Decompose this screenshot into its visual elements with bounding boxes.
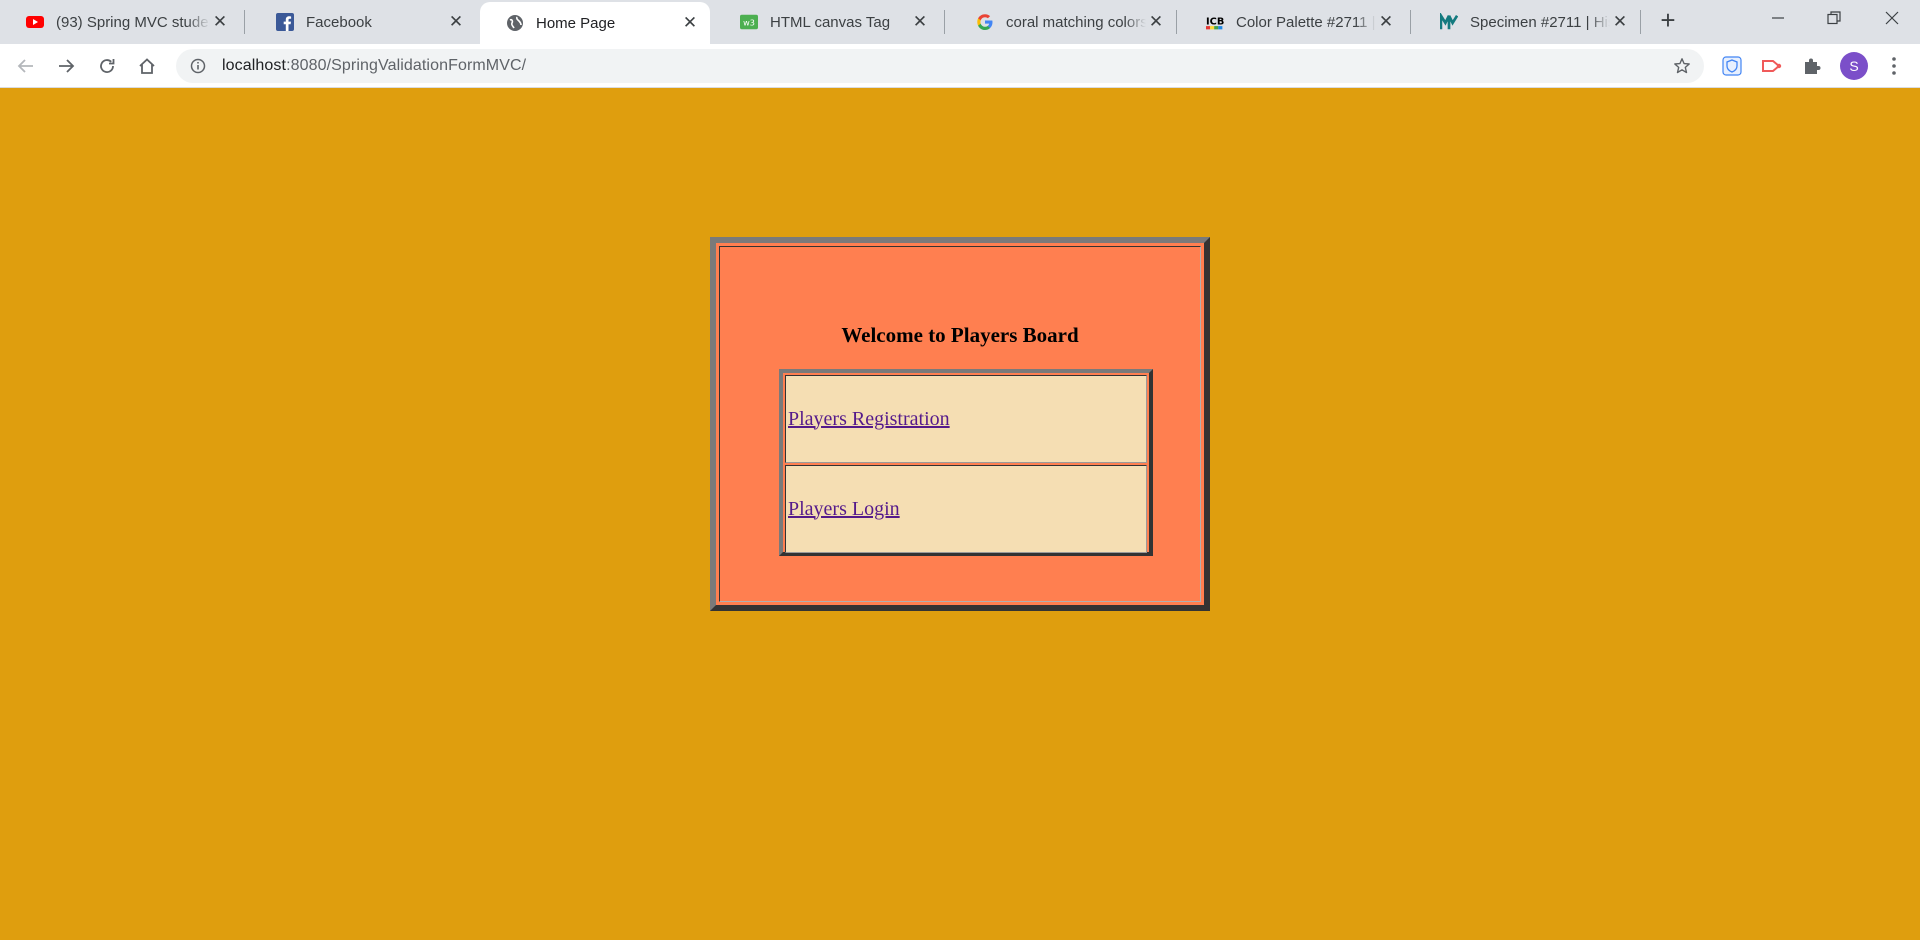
table-cell-registration: Players Registration xyxy=(785,375,1147,463)
tab-divider xyxy=(1410,10,1411,34)
extension-shield-icon[interactable] xyxy=(1720,54,1744,78)
minimize-button[interactable] xyxy=(1750,0,1806,36)
close-icon[interactable]: ✕ xyxy=(680,13,700,33)
tab-divider xyxy=(944,10,945,34)
plus-icon: + xyxy=(1660,4,1676,35)
google-icon xyxy=(976,13,994,31)
home-button[interactable] xyxy=(131,50,163,82)
reload-button[interactable] xyxy=(91,50,123,82)
youtube-icon xyxy=(26,13,44,31)
page-title: Welcome to Players Board xyxy=(841,323,1079,347)
new-tab-button[interactable]: + xyxy=(1654,4,1682,35)
tab-title: Color Palette #2711 | Color xyxy=(1236,13,1376,31)
bookmark-star-icon[interactable] xyxy=(1672,56,1692,76)
tab-specimen[interactable]: Specimen #2711 | Histo ✕ xyxy=(1414,0,1640,44)
tab-title: (93) Spring MVC student xyxy=(56,13,210,31)
tab-youtube[interactable]: (93) Spring MVC student ✕ xyxy=(0,0,240,44)
minimize-icon xyxy=(1772,17,1784,19)
arrow-left-icon xyxy=(17,59,33,73)
tab-html-canvas[interactable]: w3 HTML canvas Tag ✕ xyxy=(714,0,940,44)
players-registration-link[interactable]: Players Registration xyxy=(788,408,950,431)
tab-title: Facebook xyxy=(306,13,372,31)
tab-divider xyxy=(1176,10,1177,34)
url-host: localhost xyxy=(222,57,287,74)
specimen-icon xyxy=(1440,13,1458,31)
forward-button[interactable] xyxy=(50,50,82,82)
close-icon[interactable]: ✕ xyxy=(210,12,230,32)
svg-text:w3: w3 xyxy=(743,18,755,28)
tab-title: Specimen #2711 | Histo xyxy=(1470,13,1610,31)
reload-icon xyxy=(100,59,115,73)
close-icon[interactable]: ✕ xyxy=(1146,12,1166,32)
tab-facebook[interactable]: Facebook ✕ xyxy=(250,0,476,44)
w3schools-icon: w3 xyxy=(740,13,758,31)
profile-avatar[interactable]: S xyxy=(1840,52,1868,80)
extension-cast-icon[interactable] xyxy=(1760,54,1784,78)
address-bar[interactable]: localhost:8080/SpringValidationFormMVC/ xyxy=(176,49,1704,83)
restore-button[interactable] xyxy=(1806,0,1862,36)
close-icon[interactable]: ✕ xyxy=(446,12,466,32)
extensions-puzzle-icon[interactable] xyxy=(1800,54,1824,78)
close-window-button[interactable] xyxy=(1864,0,1920,36)
tab-divider xyxy=(1640,10,1641,34)
close-icon[interactable]: ✕ xyxy=(1610,12,1630,32)
players-board-panel: Welcome to Players Board Players Registr… xyxy=(710,237,1210,611)
close-icon xyxy=(1885,11,1899,25)
home-icon xyxy=(139,58,155,74)
svg-text:ICB: ICB xyxy=(1206,16,1224,27)
tab-home-page[interactable]: Home Page ✕ xyxy=(480,2,710,44)
browser-toolbar: localhost:8080/SpringValidationFormMVC/ … xyxy=(0,44,1920,88)
url-path: :8080/SpringValidationFormMVC/ xyxy=(286,57,527,74)
tab-divider xyxy=(244,10,245,34)
url-text: localhost:8080/SpringValidationFormMVC/ xyxy=(222,57,526,75)
tab-color-palette[interactable]: ICB Color Palette #2711 | Color ✕ xyxy=(1180,0,1406,44)
close-icon[interactable]: ✕ xyxy=(910,12,930,32)
avatar-initial: S xyxy=(1849,58,1859,74)
back-button[interactable] xyxy=(10,50,42,82)
players-login-link[interactable]: Players Login xyxy=(788,498,900,521)
tab-google-search[interactable]: coral matching colors - Google ✕ xyxy=(950,0,1176,44)
tab-title: coral matching colors - Google xyxy=(1006,13,1146,31)
info-icon[interactable] xyxy=(188,56,208,76)
globe-icon xyxy=(506,14,524,32)
tab-title: HTML canvas Tag xyxy=(770,13,891,31)
browser-tabstrip: (93) Spring MVC student ✕ Facebook ✕ Hom… xyxy=(0,0,1920,44)
restore-icon xyxy=(1827,11,1841,25)
links-table: Players Registration Players Login xyxy=(779,369,1153,556)
close-icon[interactable]: ✕ xyxy=(1376,12,1396,32)
arrow-right-icon xyxy=(59,59,75,73)
facebook-icon xyxy=(276,13,294,31)
tab-title: Home Page xyxy=(536,14,616,32)
icb-icon: ICB xyxy=(1206,13,1224,31)
menu-kebab-icon[interactable] xyxy=(1880,52,1908,80)
table-cell-login: Players Login xyxy=(785,465,1147,553)
